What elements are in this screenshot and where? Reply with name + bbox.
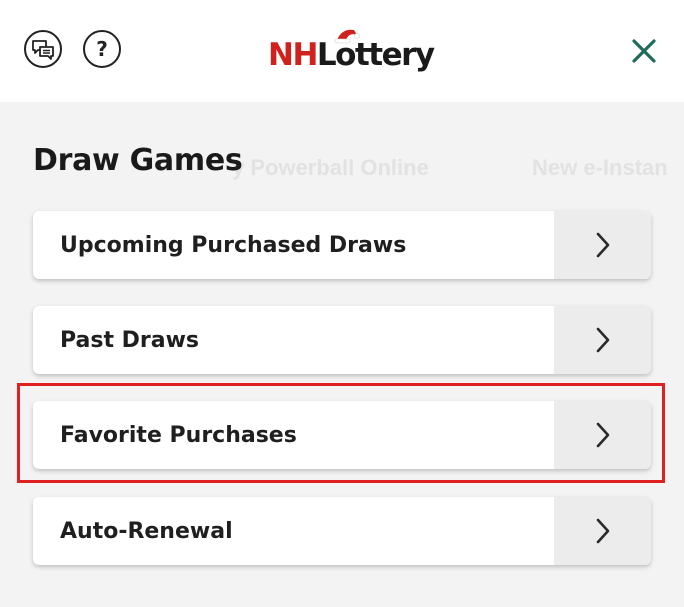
chat-bubbles-icon [32, 40, 54, 60]
menu-item-label: Past Draws [60, 327, 200, 353]
section-title: Draw Games [33, 143, 243, 178]
menu-arrow-panel[interactable] [554, 497, 651, 565]
nh-lottery-logo: NH Lo ttery [268, 27, 435, 73]
menu-item-auto-renewal[interactable]: Auto-Renewal [33, 497, 651, 565]
help-button[interactable]: ? [83, 30, 121, 68]
logo-text-ttery: ttery [354, 37, 435, 73]
chevron-right-icon [596, 422, 609, 448]
app-header: ? NH Lo ttery [0, 0, 684, 102]
close-x-icon[interactable] [630, 37, 658, 65]
chevron-right-icon [596, 232, 609, 258]
logo-text-lo: Lo [317, 29, 360, 71]
menu-item-upcoming-purchased-draws[interactable]: Upcoming Purchased Draws [33, 211, 651, 279]
menu-arrow-panel[interactable] [554, 401, 651, 469]
menu-arrow-panel[interactable] [554, 306, 651, 374]
menu-item-label: Upcoming Purchased Draws [60, 232, 407, 258]
menu-item-past-draws[interactable]: Past Draws [33, 306, 651, 374]
menu-item-label: Favorite Purchases [60, 422, 297, 448]
santa-hat-icon [334, 29, 360, 44]
background-ghost-text: y Powerball Online [232, 155, 429, 180]
menu-item-favorite-purchases[interactable]: Favorite Purchases [33, 401, 651, 469]
menu-arrow-panel[interactable] [554, 211, 651, 279]
chevron-right-icon [596, 327, 609, 353]
question-mark-icon: ? [96, 37, 108, 61]
background-ghost-text: New e-Instan [532, 155, 668, 180]
menu-item-label: Auto-Renewal [60, 518, 233, 544]
chevron-right-icon [596, 518, 609, 544]
logo-text-nh: NH [268, 37, 318, 73]
chat-button[interactable] [24, 30, 62, 68]
